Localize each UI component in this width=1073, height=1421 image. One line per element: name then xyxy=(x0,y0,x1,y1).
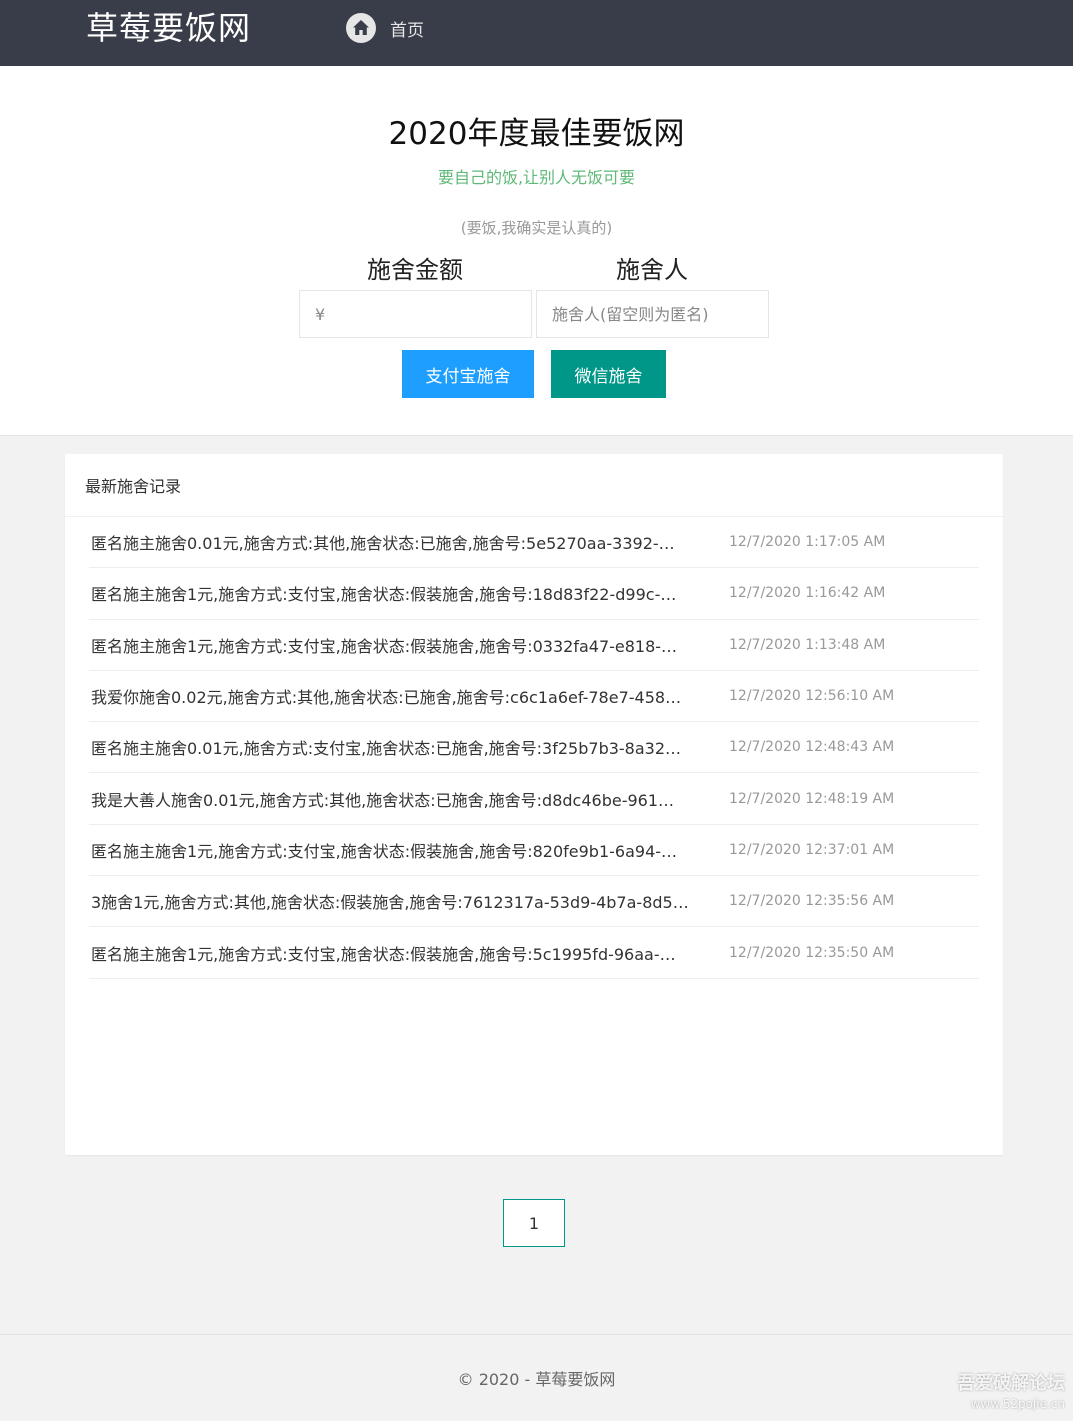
records-title: 最新施舍记录 xyxy=(65,454,1003,517)
record-item[interactable]: 匿名施主施舍1元,施舍方式:支付宝,施舍状态:假装施舍,施舍号:820fe9b1… xyxy=(89,825,979,877)
record-item[interactable]: 3施舍1元,施舍方式:其他,施舍状态:假装施舍,施舍号:7612317a-53d… xyxy=(89,876,979,928)
record-time: 12/7/2020 1:16:42 AM xyxy=(729,585,886,602)
watermark-url: www.52pojie.cn xyxy=(970,1397,1065,1411)
record-time: 12/7/2020 1:13:48 AM xyxy=(729,636,886,653)
top-navbar: 草莓要饭网 首页 xyxy=(0,0,1073,66)
record-text: 匿名施主施舍0.01元,施舍方式:支付宝,施舍状态:已施舍,施舍号:3f25b7… xyxy=(91,739,682,759)
watermark-title: 吾爱破解论坛 xyxy=(957,1373,1065,1394)
footer-copyright: © 2020 - 草莓要饭网 xyxy=(457,1370,616,1389)
nav-home-link[interactable]: 首页 xyxy=(346,11,424,45)
record-time: 12/7/2020 12:37:01 AM xyxy=(729,841,895,858)
donor-label: 施舍人 xyxy=(616,256,688,284)
page-subtitle: 要自己的饭,让别人无饭可要 xyxy=(437,168,636,187)
forum-watermark: 吾爱破解论坛 www.52pojie.cn xyxy=(957,1372,1065,1412)
nav-home-label: 首页 xyxy=(390,20,424,41)
page-note: (要饭,我确实是认真的) xyxy=(460,219,613,237)
records-list: 匿名施主施舍0.01元,施舍方式:其他,施舍状态:已施舍,施舍号:5e5270a… xyxy=(89,517,979,979)
record-item[interactable]: 匿名施主施舍0.01元,施舍方式:其他,施舍状态:已施舍,施舍号:5e5270a… xyxy=(89,517,979,569)
record-item[interactable]: 匿名施主施舍1元,施舍方式:支付宝,施舍状态:假装施舍,施舍号:0332fa47… xyxy=(89,620,979,671)
record-time: 12/7/2020 12:35:50 AM xyxy=(729,944,895,961)
pagination-page-button[interactable]: 1 xyxy=(503,1199,565,1247)
record-time: 12/7/2020 1:17:05 AM xyxy=(729,534,886,551)
donation-section: 2020年度最佳要饭网 要自己的饭,让别人无饭可要 (要饭,我确实是认真的) 施… xyxy=(0,66,1073,436)
record-text: 匿名施主施舍1元,施舍方式:支付宝,施舍状态:假装施舍,施舍号:820fe9b1… xyxy=(91,841,678,861)
record-text: 我是大善人施舍0.01元,施舍方式:其他,施舍状态:已施舍,施舍号:d8dc46… xyxy=(91,790,675,810)
page-title: 2020年度最佳要饭网 xyxy=(388,116,685,152)
record-text: 匿名施主施舍0.01元,施舍方式:其他,施舍状态:已施舍,施舍号:5e5270a… xyxy=(91,534,675,554)
record-item[interactable]: 匿名施主施舍1元,施舍方式:支付宝,施舍状态:假装施舍,施舍号:5c1995fd… xyxy=(89,927,979,979)
record-item[interactable]: 我是大善人施舍0.01元,施舍方式:其他,施舍状态:已施舍,施舍号:d8dc46… xyxy=(89,773,979,825)
record-time: 12/7/2020 12:56:10 AM xyxy=(729,688,895,705)
record-time: 12/7/2020 12:35:56 AM xyxy=(729,893,895,910)
amount-label: 施舍金额 xyxy=(367,256,463,284)
site-logo[interactable]: 草莓要饭网 xyxy=(86,8,251,48)
record-time: 12/7/2020 12:48:19 AM xyxy=(729,790,895,807)
record-time: 12/7/2020 12:48:43 AM xyxy=(729,739,895,756)
record-text: 匿名施主施舍1元,施舍方式:支付宝,施舍状态:假装施舍,施舍号:0332fa47… xyxy=(91,636,678,656)
records-card: 最新施舍记录 匿名施主施舍0.01元,施舍方式:其他,施舍状态:已施舍,施舍号:… xyxy=(65,454,1003,1155)
record-text: 匿名施主施舍1元,施舍方式:支付宝,施舍状态:假装施舍,施舍号:5c1995fd… xyxy=(91,944,676,964)
wechat-donate-button[interactable]: 微信施舍 xyxy=(551,350,666,398)
home-icon xyxy=(346,13,376,43)
alipay-donate-button[interactable]: 支付宝施舍 xyxy=(402,350,534,398)
record-item[interactable]: 我爱你施舍0.02元,施舍方式:其他,施舍状态:已施舍,施舍号:c6c1a6ef… xyxy=(89,671,979,723)
record-item[interactable]: 匿名施主施舍1元,施舍方式:支付宝,施舍状态:假装施舍,施舍号:18d83f22… xyxy=(89,568,979,620)
amount-input[interactable] xyxy=(299,290,532,338)
record-item[interactable]: 匿名施主施舍0.01元,施舍方式:支付宝,施舍状态:已施舍,施舍号:3f25b7… xyxy=(89,722,979,774)
record-text: 我爱你施舍0.02元,施舍方式:其他,施舍状态:已施舍,施舍号:c6c1a6ef… xyxy=(91,688,682,708)
record-text: 3施舍1元,施舍方式:其他,施舍状态:假装施舍,施舍号:7612317a-53d… xyxy=(91,893,689,913)
footer: © 2020 - 草莓要饭网 xyxy=(0,1334,1073,1421)
donor-name-input[interactable] xyxy=(536,290,769,338)
record-text: 匿名施主施舍1元,施舍方式:支付宝,施舍状态:假装施舍,施舍号:18d83f22… xyxy=(91,585,677,605)
